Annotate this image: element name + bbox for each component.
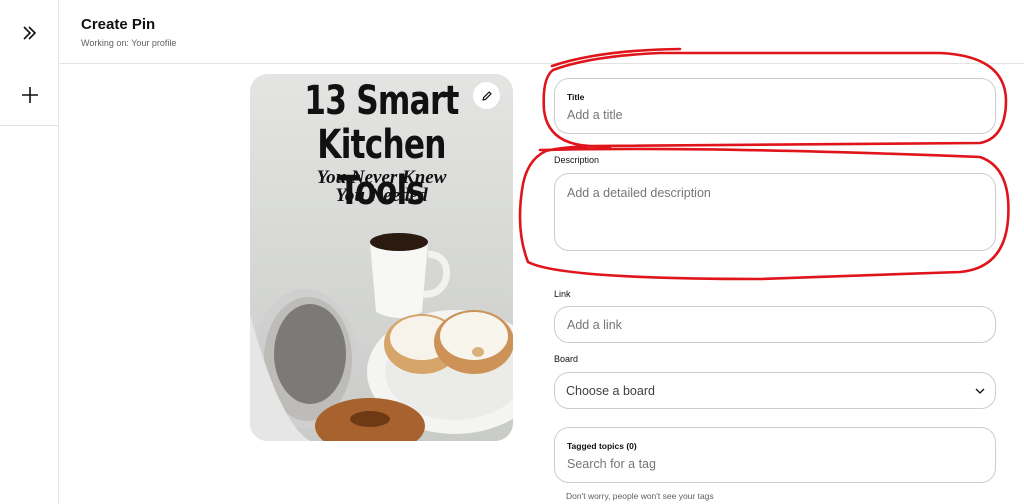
link-label: Link bbox=[554, 289, 571, 299]
tagged-topics-field[interactable]: Tagged topics (0) Search for a tag bbox=[554, 427, 996, 483]
double-chevron-right-icon bbox=[22, 26, 36, 40]
pin-title-line-1: 13 Smart bbox=[304, 78, 459, 124]
link-placeholder: Add a link bbox=[567, 318, 622, 332]
title-field[interactable]: Title Add a title bbox=[554, 78, 996, 134]
page-subtitle: Working on: Your profile bbox=[81, 38, 177, 48]
left-rail bbox=[0, 0, 59, 504]
description-placeholder: Add a detailed description bbox=[567, 186, 711, 200]
board-selected-value: Choose a board bbox=[566, 384, 655, 398]
pencil-icon bbox=[481, 90, 492, 101]
tagged-topics-label: Tagged topics (0) bbox=[567, 441, 637, 451]
title-placeholder: Add a title bbox=[567, 108, 623, 122]
tags-hint: Don't worry, people won't see your tags bbox=[566, 491, 714, 501]
board-select[interactable]: Choose a board bbox=[554, 372, 996, 409]
plus-icon bbox=[21, 87, 38, 103]
edit-image-button[interactable] bbox=[473, 82, 500, 109]
expand-sidebar-button[interactable] bbox=[0, 2, 59, 64]
pin-subtitle-line-2: You Needed bbox=[335, 185, 428, 206]
rail-divider bbox=[0, 125, 59, 126]
title-label: Title bbox=[567, 92, 585, 102]
page-title: Create Pin bbox=[81, 16, 156, 33]
chevron-down-icon bbox=[975, 388, 985, 394]
board-label: Board bbox=[554, 354, 579, 364]
pin-image-preview[interactable]: 13 Smart Kitchen Tools You Never Knew Yo… bbox=[250, 74, 513, 441]
create-button[interactable] bbox=[0, 64, 59, 126]
tag-search-placeholder: Search for a tag bbox=[567, 457, 656, 471]
description-label: Description bbox=[554, 155, 600, 165]
link-field[interactable]: Add a link bbox=[554, 306, 996, 343]
description-field[interactable]: Add a detailed description bbox=[554, 173, 996, 251]
page-header: Create Pin Working on: Your profile bbox=[60, 0, 1024, 64]
